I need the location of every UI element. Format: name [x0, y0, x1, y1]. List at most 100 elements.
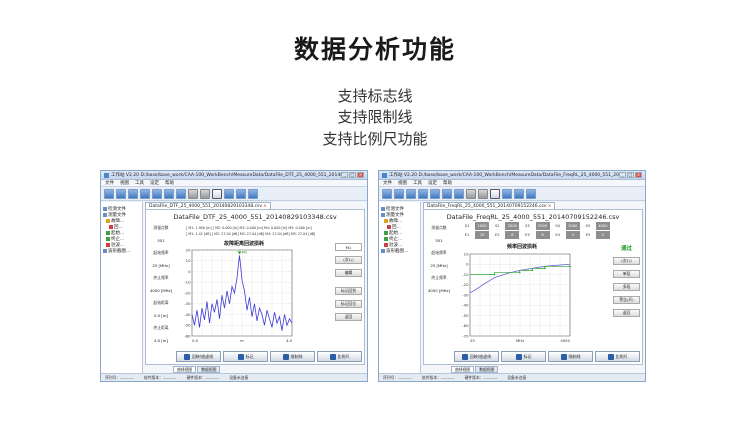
curve-view-icon[interactable]: [212, 189, 222, 199]
open-icon[interactable]: [116, 189, 126, 199]
document-tab[interactable]: DataFile_DTF_25_4000_551_20140829103348.…: [145, 202, 271, 209]
segment-value[interactable]: 6: [535, 231, 550, 239]
menu-file[interactable]: 文件: [383, 180, 392, 186]
new-icon[interactable]: [104, 189, 114, 199]
menu-view[interactable]: 视图: [120, 180, 129, 186]
tab-curve-view[interactable]: 曲线视图: [173, 366, 197, 373]
side-button-column: 通过 (次1/) 单段 多段 警告(开) 返回: [613, 244, 640, 322]
limit-line-button[interactable]: 限制线: [548, 351, 593, 362]
calibrate-icon[interactable]: [176, 189, 186, 199]
window-titlebar[interactable]: 工作站 V2.20 D:/base/base_work/CAA-100_Work…: [101, 171, 367, 180]
back-button[interactable]: 返回: [613, 309, 640, 317]
help-icon[interactable]: [526, 189, 536, 199]
segment-value[interactable]: 3000: [565, 222, 580, 230]
close-icon[interactable]: ×: [357, 172, 364, 178]
segment-value[interactable]: 1000: [475, 222, 490, 230]
segment-label: S2: [490, 222, 505, 230]
save-icon[interactable]: [406, 189, 416, 199]
table-view-icon[interactable]: [502, 189, 512, 199]
scale-button[interactable]: 比例尺: [595, 351, 640, 362]
folder-icon: [103, 207, 107, 211]
close-tab-icon[interactable]: ×: [263, 204, 267, 209]
measure-icon[interactable]: [164, 189, 174, 199]
menu-settings[interactable]: 设定: [428, 180, 437, 186]
calibrate-icon[interactable]: [454, 189, 464, 199]
help-icon[interactable]: [248, 189, 258, 199]
segment-value[interactable]: 2500: [535, 222, 550, 230]
import-icon[interactable]: [200, 189, 210, 199]
segment-value[interactable]: 10: [475, 231, 490, 239]
marker-select[interactable]: M1: [335, 243, 362, 251]
window-icon[interactable]: [236, 189, 246, 199]
file-icon: [109, 225, 113, 229]
marker-button[interactable]: 标记: [223, 351, 268, 362]
open-icon[interactable]: [394, 189, 404, 199]
segment-value[interactable]: 2: [595, 231, 610, 239]
segment-value[interactable]: 2000: [505, 222, 520, 230]
maximize-icon[interactable]: □: [627, 172, 634, 178]
window-icon[interactable]: [514, 189, 524, 199]
back-button[interactable]: 返回: [335, 313, 362, 321]
menu-tools[interactable]: 工具: [135, 180, 144, 186]
zoom-button[interactable]: 回映/放虚线: [176, 351, 221, 362]
feature-limit-lines: 支持限制线: [337, 108, 413, 126]
maximize-icon[interactable]: □: [349, 172, 356, 178]
marker-button[interactable]: 标记: [501, 351, 546, 362]
menu-help[interactable]: 帮助: [443, 180, 452, 186]
toolbar: [101, 187, 367, 201]
tab-data-view[interactable]: 数据视图: [197, 366, 221, 373]
menu-file[interactable]: 文件: [105, 180, 114, 186]
tab-data-view[interactable]: 数据视图: [475, 366, 499, 373]
window-titlebar[interactable]: 工作站 V2.20 D:/base/base_work/CAA-100_Work…: [379, 171, 645, 180]
zoom-button[interactable]: 回映/放虚线: [454, 351, 499, 362]
menu-tools[interactable]: 工具: [413, 180, 422, 186]
page-title: 数据分析功能: [293, 35, 456, 64]
limit-segment-grid: S1 1000 S2 2000 S3 2500 S4 3000 S5 4000 …: [460, 222, 610, 239]
minimize-icon[interactable]: _: [619, 172, 626, 178]
menu-settings[interactable]: 设定: [150, 180, 159, 186]
tree-item[interactable]: 波形截图...: [103, 248, 140, 254]
marker-return-button[interactable]: 标记回到: [335, 287, 362, 295]
y-tick-label: -60: [462, 323, 469, 328]
measure-icon[interactable]: [442, 189, 452, 199]
close-icon[interactable]: ×: [635, 172, 642, 178]
minimize-icon[interactable]: _: [341, 172, 348, 178]
import-icon[interactable]: [478, 189, 488, 199]
edit-button[interactable]: 编辑: [335, 269, 362, 277]
table-view-icon[interactable]: [224, 189, 234, 199]
limit-point: [518, 271, 521, 274]
connect-icon[interactable]: [430, 189, 440, 199]
freq-rl-chart[interactable]: 10 0 -10 -20 -30 -40 -50 -60 -7025 MHz 4000: [458, 250, 574, 350]
alarm-toggle-button[interactable]: 警告(开): [613, 296, 640, 304]
document-tab[interactable]: DataFile_FreqRL_25_4000_551_201407091522…: [423, 202, 556, 209]
segment-value[interactable]: 8: [505, 231, 520, 239]
limit-line-button[interactable]: 限制线: [270, 351, 315, 362]
menu-view[interactable]: 视图: [398, 180, 407, 186]
tree-item[interactable]: 波形截图...: [381, 248, 418, 254]
dtf-chart[interactable]: 20 10 0 -10 -20 -30 -40 -50 -600.0 m 4.0 M1: [180, 246, 296, 350]
new-icon[interactable]: [382, 189, 392, 199]
export-icon[interactable]: [466, 189, 476, 199]
marker-page-button[interactable]: (次1/): [335, 256, 362, 264]
curve-view-icon[interactable]: [490, 189, 500, 199]
segment-value[interactable]: 4: [565, 231, 580, 239]
tab-curve-view[interactable]: 曲线视图: [451, 366, 475, 373]
marker-icon: [237, 353, 244, 360]
limit-point: [569, 265, 571, 268]
marker-reset-button[interactable]: 标记回位: [335, 300, 362, 308]
scale-button[interactable]: 比例尺: [317, 351, 362, 362]
print-icon[interactable]: [140, 189, 150, 199]
segment-value[interactable]: 4000: [595, 222, 610, 230]
limit-page-button[interactable]: (次1/): [613, 257, 640, 265]
multi-segment-button[interactable]: 多段: [613, 283, 640, 291]
y-tick-label: 10: [464, 251, 469, 256]
single-segment-button[interactable]: 单段: [613, 270, 640, 278]
y-tick-label: -40: [462, 303, 469, 308]
export-icon[interactable]: [188, 189, 198, 199]
y-tick-label: 20: [186, 247, 191, 252]
menu-help[interactable]: 帮助: [165, 180, 174, 186]
save-icon[interactable]: [128, 189, 138, 199]
print-icon[interactable]: [418, 189, 428, 199]
connect-icon[interactable]: [152, 189, 162, 199]
close-tab-icon[interactable]: ×: [548, 204, 552, 209]
